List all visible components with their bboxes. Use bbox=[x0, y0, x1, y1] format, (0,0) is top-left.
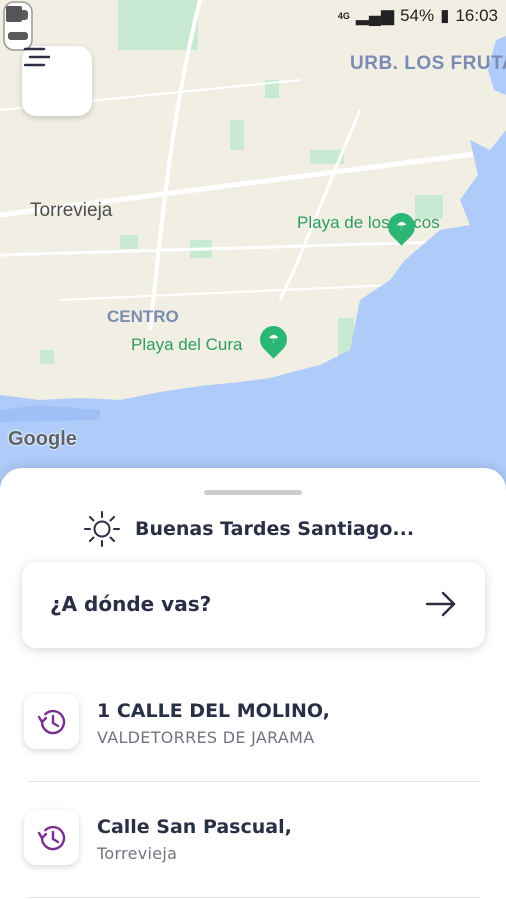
recent-subtitle: VALDETORRES DE JARAMA bbox=[97, 728, 315, 747]
network-type: 4G bbox=[337, 10, 350, 21]
recent-destination-item[interactable]: 1 CALLE DEL MOLINO, VALDETORRES DE JARAM… bbox=[22, 666, 484, 782]
greeting: Buenas Tardes Santiago... bbox=[83, 510, 414, 548]
menu-icon bbox=[23, 47, 50, 67]
recent-subtitle: Torrevieja bbox=[97, 844, 178, 863]
recent-title: Calle San Pascual, bbox=[97, 816, 292, 838]
map-label-urb: URB. LOS FRUTALES bbox=[350, 53, 506, 74]
google-attribution: Google bbox=[8, 428, 77, 450]
map-view[interactable]: URB. LOS FRUTALES Torrevieja Playa de lo… bbox=[0, 0, 506, 500]
map-label-playa-cura: Playa del Cura bbox=[131, 335, 243, 354]
greeting-text: Buenas Tardes Santiago... bbox=[135, 518, 415, 540]
recent-title: 1 CALLE DEL MOLINO, bbox=[97, 700, 330, 722]
menu-button[interactable] bbox=[22, 46, 92, 116]
destination-prompt: ¿A dónde vas? bbox=[50, 592, 212, 616]
signal-icon: ▂▄▆ bbox=[355, 6, 395, 25]
battery-icon: ▮ bbox=[440, 6, 450, 25]
status-bar: 4G ▂▄▆ 54% ▮ 16:03 bbox=[0, 0, 506, 34]
history-icon bbox=[24, 694, 79, 749]
history-icon bbox=[24, 810, 79, 865]
bottom-sheet[interactable]: Buenas Tardes Santiago... ¿A dónde vas? … bbox=[0, 468, 506, 900]
divider bbox=[28, 897, 480, 898]
clock: 16:03 bbox=[455, 6, 498, 25]
map-label-centro: CENTRO bbox=[107, 307, 179, 326]
sheet-drag-handle[interactable] bbox=[204, 490, 302, 495]
gallery-notification-icon bbox=[6, 6, 22, 22]
recent-destination-item[interactable]: Calle San Pascual, Torrevieja bbox=[22, 782, 484, 898]
notification-icons bbox=[6, 6, 22, 22]
sun-icon bbox=[84, 511, 120, 547]
battery-level: 54% bbox=[400, 6, 435, 25]
map-label-torrevieja: Torrevieja bbox=[30, 200, 113, 221]
destination-search-button[interactable]: ¿A dónde vas? bbox=[22, 562, 485, 648]
map-label-playa-locos: Playa de los Locos bbox=[297, 213, 440, 232]
arrow-right-icon bbox=[425, 591, 456, 617]
